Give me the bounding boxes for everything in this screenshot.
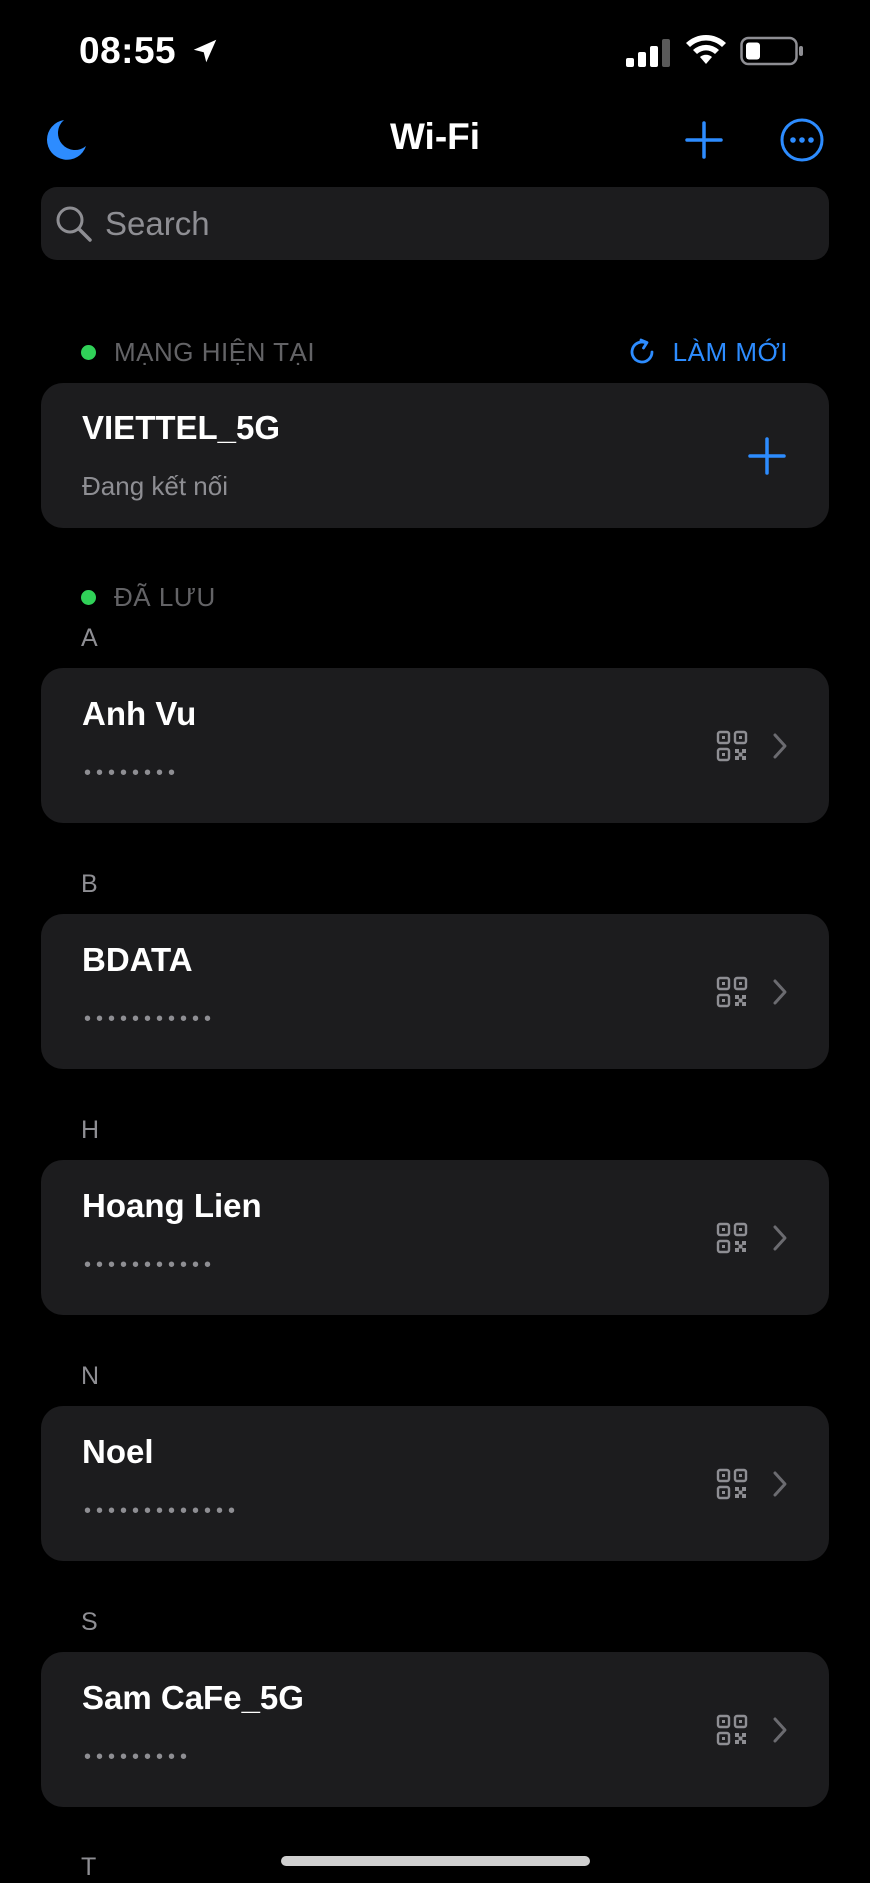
saved-network-card[interactable]: Noel ••••••••••••• [41,1406,829,1561]
status-bar: 08:55 [0,0,870,100]
section-letter: H [81,1116,100,1144]
section-letter: N [81,1362,100,1390]
network-name: Hoang Lien [82,1187,262,1224]
refresh-button[interactable]: LÀM MỚI [627,332,788,372]
cellular-signal-icon [626,39,670,67]
location-arrow-icon [193,39,217,63]
more-icon[interactable] [779,117,825,163]
section-letter: T [81,1853,97,1881]
password-mask: ••••••••••• [84,1254,217,1276]
save-network-plus-icon[interactable] [747,436,787,476]
search-input[interactable] [105,187,785,260]
password-mask: ••••••••••••• [84,1500,241,1522]
battery-icon [740,36,803,66]
home-indicator[interactable] [281,1856,590,1866]
saved-label: ĐÃ LƯU [114,581,216,612]
search-icon [56,206,92,242]
chevron-right-icon[interactable] [771,731,789,761]
current-network-header: MẠNG HIỆN TẠI [81,332,315,372]
section-letter: S [81,1608,98,1636]
saved-header: ĐÃ LƯU [81,577,216,617]
search-bar[interactable] [41,187,829,260]
qr-code-icon[interactable] [716,1468,748,1500]
chevron-right-icon[interactable] [771,1469,789,1499]
connected-dot [81,344,96,360]
saved-dot [81,589,96,605]
section-letter: B [81,870,98,898]
status-time: 08:55 [79,30,177,71]
saved-network-card[interactable]: Anh Vu •••••••• [41,668,829,823]
password-mask: ••••••••••• [84,1008,217,1030]
chevron-right-icon[interactable] [771,1223,789,1253]
current-network-label: MẠNG HIỆN TẠI [114,336,316,367]
qr-code-icon[interactable] [716,730,748,762]
password-mask: •••••••• [84,762,181,784]
refresh-label: LÀM MỚI [672,336,788,367]
chevron-right-icon[interactable] [771,977,789,1007]
qr-code-icon[interactable] [716,976,748,1008]
saved-network-card[interactable]: BDATA ••••••••••• [41,914,829,1069]
saved-network-card[interactable]: Sam CaFe_5G ••••••••• [41,1652,829,1807]
password-mask: ••••••••• [84,1746,193,1768]
section-letter: A [81,624,98,652]
wifi-icon [686,35,726,64]
refresh-icon [630,338,654,364]
current-network-status: Đang kết nối [82,471,228,501]
add-network-icon[interactable] [684,120,724,160]
current-network-name: VIETTEL_5G [82,409,281,446]
network-name: BDATA [82,941,193,978]
saved-network-card[interactable]: Hoang Lien ••••••••••• [41,1160,829,1315]
qr-code-icon[interactable] [716,1714,748,1746]
network-name: Sam CaFe_5G [82,1679,304,1716]
network-name: Noel [82,1433,154,1470]
page-title: Wi-Fi [389,116,481,157]
current-network-card[interactable]: VIETTEL_5G Đang kết nối [41,383,829,528]
network-name: Anh Vu [82,695,197,732]
qr-code-icon[interactable] [716,1222,748,1254]
chevron-right-icon[interactable] [771,1715,789,1745]
